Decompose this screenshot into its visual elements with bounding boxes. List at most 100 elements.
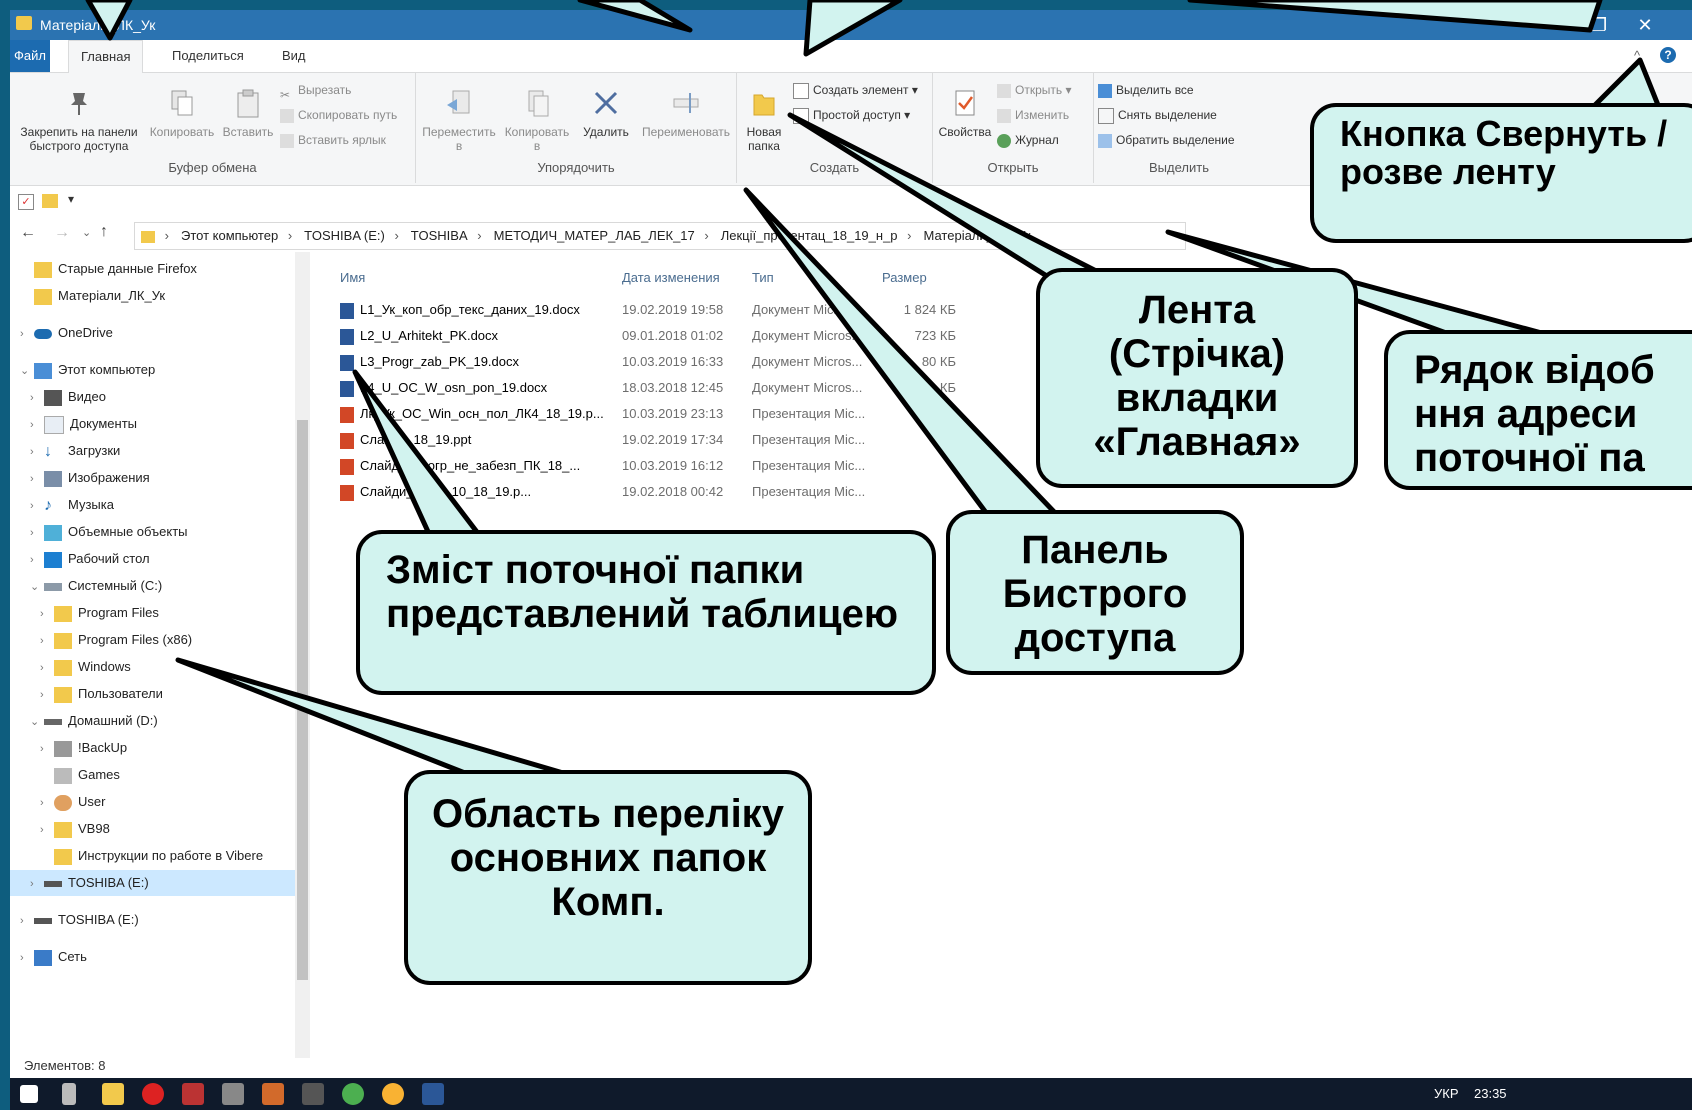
nav-item-network[interactable]: › Сеть (20, 944, 87, 970)
paste-shortcut-button[interactable]: Вставить ярлык (280, 129, 386, 151)
cut-button[interactable]: ✂ Вырезать (280, 79, 351, 102)
breadcrumb-metodich[interactable]: МЕТОДИЧ_МАТЕР_ЛАБ_ЛЕК_17 (494, 223, 695, 249)
nav-item-program-files-x86[interactable]: › Program Files (x86) (40, 627, 192, 653)
nav-item-toshiba[interactable]: › TOSHIBA (E:) (20, 907, 139, 933)
chrome-icon[interactable] (342, 1083, 364, 1105)
recent-chevron-icon[interactable]: ⌄ (82, 226, 91, 239)
nav-item-windows[interactable]: › Windows (40, 654, 131, 680)
column-date[interactable]: Дата изменения (622, 270, 720, 285)
column-name[interactable]: Имя (340, 270, 365, 285)
up-arrow-icon[interactable]: ↑ (100, 223, 108, 241)
nav-item-this-pc[interactable]: ⌄ Этот компьютер (20, 357, 155, 383)
help-icon[interactable]: ? (1660, 47, 1676, 63)
nav-item-3d-objects[interactable]: › Объемные объекты (30, 519, 188, 545)
nav-item-vibere[interactable]: Инструкции по работе в Vibere (40, 843, 263, 869)
column-type[interactable]: Тип (752, 270, 774, 285)
nav-item-users[interactable]: › Пользователи (40, 681, 163, 707)
file-row[interactable]: L1_Ук_коп_обр_текс_даних_19.docx (340, 298, 580, 322)
file-row[interactable]: L2_U_Arhitekt_PK.docx (340, 324, 498, 348)
collapse-ribbon-icon[interactable]: ^ (1634, 48, 1640, 63)
nav-item-materials[interactable]: Матеріали_ЛК_Ук (20, 283, 165, 309)
word-icon[interactable] (422, 1083, 444, 1105)
file-row[interactable]: Слайди_Word_10_18_19.p... (340, 480, 531, 504)
nav-item-pictures[interactable]: › Изображения (30, 465, 150, 491)
nav-item-backup[interactable]: › !BackUp (40, 735, 127, 761)
back-arrow-icon[interactable]: ← (20, 224, 36, 242)
nav-item-video[interactable]: › Видео (30, 384, 106, 410)
file-row[interactable]: Лк_Ук_OC_Win_осн_пол_ЛК4_18_19.p... (340, 402, 604, 426)
copy-button[interactable]: Копировать (146, 87, 218, 139)
select-none-button[interactable]: Снять выделение (1098, 104, 1217, 126)
file-row[interactable]: L3_Progr_zab_PK_19.docx (340, 350, 519, 374)
nav-item-downloads[interactable]: › ↓ Загрузки (30, 438, 120, 464)
paste-button[interactable]: Вставить (220, 87, 276, 139)
properties-check-icon[interactable]: ✓ (18, 194, 34, 210)
app-icon[interactable] (302, 1083, 324, 1105)
nav-item-vb98[interactable]: › VB98 (40, 816, 110, 842)
select-all-button[interactable]: Выделить все (1098, 79, 1194, 101)
calculator-icon[interactable] (62, 1083, 76, 1105)
breadcrumb-toshiba[interactable]: TOSHIBA (411, 223, 468, 249)
select-all-label: Выделить все (1116, 83, 1194, 97)
nav-item-toshiba-selected[interactable]: › TOSHIBA (E:) (10, 870, 295, 896)
nav-item-home-d[interactable]: ⌄ Домашний (D:) (30, 708, 158, 734)
access-icon[interactable] (182, 1083, 204, 1105)
breadcrumb-lectures[interactable]: Лекції_презентац_18_19_н_р (721, 223, 898, 249)
nav-label: Документы (70, 416, 138, 431)
tab-file[interactable]: Файл (10, 40, 50, 72)
nav-item-desktop[interactable]: › Рабочий стол (30, 546, 150, 572)
copy-path-button[interactable]: Скопировать путь (280, 104, 397, 126)
chrome-2-icon[interactable] (382, 1083, 404, 1105)
qat-dropdown-icon[interactable]: ▾ (68, 192, 74, 206)
powerpoint-icon[interactable] (262, 1083, 284, 1105)
rename-button[interactable]: Переименовать (636, 87, 736, 139)
easy-access-button[interactable]: Простой доступ ▾ (793, 104, 910, 126)
explorer-icon[interactable] (102, 1083, 124, 1105)
opera-icon[interactable] (142, 1083, 164, 1105)
close-button[interactable]: ✕ (1622, 10, 1668, 40)
breadcrumb-current[interactable]: Матеріали_ЛК_Ук (924, 223, 1031, 249)
language-indicator[interactable]: УКР (1434, 1086, 1459, 1101)
nav-item-documents[interactable]: › Документы (30, 411, 137, 437)
properties-button[interactable]: Свойства (935, 87, 995, 139)
file-row[interactable]: L4_U_OC_W_osn_pon_19.docx (340, 376, 547, 400)
minimize-button[interactable]: – (1530, 10, 1576, 40)
edit-button[interactable]: Изменить (997, 104, 1069, 126)
move-to-button[interactable]: Переместить в (420, 87, 498, 153)
new-item-button[interactable]: Создать элемент ▾ (793, 79, 918, 101)
paint-icon[interactable] (222, 1083, 244, 1105)
pin-quick-access-button[interactable]: Закрепить на панели быстрого доступа (16, 87, 142, 153)
nav-item-firefox-data[interactable]: Старые данные Firefox (20, 256, 197, 282)
open-button[interactable]: Открыть ▾ (997, 79, 1071, 101)
breadcrumb-toshiba-drive[interactable]: TOSHIBA (E:) (304, 223, 385, 249)
copy-icon (171, 90, 193, 116)
file-row[interactable]: Слайди_прогр_не_забезп_ПК_18_... (340, 454, 580, 478)
nav-item-games[interactable]: Games (40, 762, 120, 788)
tab-home[interactable]: Главная (68, 40, 144, 73)
nav-item-system-c[interactable]: ⌄ Системный (C:) (30, 573, 162, 599)
new-folder-button[interactable]: Новая папка (737, 87, 791, 153)
nav-item-user[interactable]: › User (40, 789, 105, 815)
address-bar[interactable]: › Этот компьютер › TOSHIBA (E:) › TOSHIBA ›… (134, 222, 1186, 250)
tab-view[interactable]: Вид (270, 40, 318, 72)
clock[interactable]: 23:35 (1474, 1086, 1507, 1101)
breadcrumb-this-pc[interactable]: Этот компьютер (181, 223, 278, 249)
new-folder-qat-icon[interactable] (42, 194, 58, 208)
start-icon[interactable] (20, 1085, 38, 1103)
nav-item-onedrive[interactable]: › OneDrive (20, 320, 113, 346)
copy-to-button[interactable]: Копировать в (500, 87, 574, 153)
tab-share[interactable]: Поделиться (160, 40, 256, 72)
delete-button[interactable]: Удалить (578, 87, 634, 139)
nav-scroll-thumb[interactable] (297, 420, 308, 980)
file-row[interactable]: Слайди_18_19.ppt (340, 428, 471, 452)
properties-label: Свойства (938, 125, 992, 139)
column-size[interactable]: Размер (882, 270, 927, 285)
callout-content-text: Зміст поточної папки представлений табли… (386, 548, 898, 636)
maximize-button[interactable]: ❐ (1576, 10, 1622, 40)
nav-item-program-files[interactable]: › Program Files (40, 600, 159, 626)
forward-arrow-icon[interactable]: → (54, 224, 70, 242)
invert-selection-button[interactable]: Обратить выделение (1098, 129, 1235, 151)
powerpoint-file-icon (340, 484, 354, 501)
history-button[interactable]: Журнал (997, 129, 1059, 151)
nav-item-music[interactable]: › ♪ Музыка (30, 492, 114, 518)
